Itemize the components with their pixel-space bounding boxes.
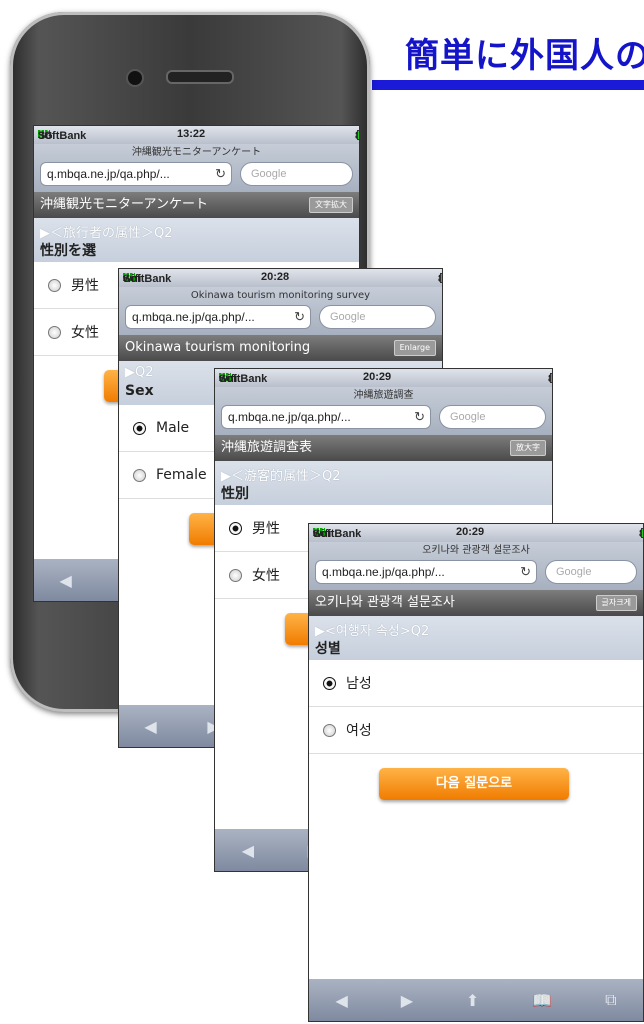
network: 3G: [38, 130, 53, 142]
radio-button[interactable]: [48, 278, 61, 292]
browser-chrome: Okinawa tourism monitoring survey q.mbqa…: [119, 287, 442, 335]
address-bar[interactable]: q.mbqa.ne.jp/qa.php/... ↻: [315, 560, 537, 584]
battery-icon: [357, 130, 359, 140]
survey-title-bar: 오키나와 관광객 설문조사 글자크게: [309, 590, 643, 616]
radio-button[interactable]: [229, 521, 242, 535]
status-bar: SoftBank wifi 20:29 83%: [309, 524, 643, 542]
browser-toolbar: ◀ ▶ ⬆ 📖 ⧉: [309, 979, 643, 1021]
status-bar: SoftBank wifi 20:28 84%: [119, 269, 442, 287]
clock: 20:29: [456, 526, 485, 538]
reload-icon[interactable]: ↻: [414, 406, 425, 428]
option-label: 여성: [346, 723, 372, 739]
enlarge-text-button[interactable]: 放大字: [510, 440, 546, 456]
toolbar-icon-4[interactable]: ⧉: [605, 990, 616, 1010]
question-category: ▶<여행자 속성>Q2: [315, 624, 430, 638]
question-header: ▶＜旅行者の属性＞Q2 性別を選: [34, 218, 359, 262]
reload-icon[interactable]: ↻: [215, 163, 226, 185]
camera-icon: [126, 69, 144, 87]
option-0[interactable]: 남성: [309, 660, 643, 707]
status-bar: SoftBank 3G 13:22 86%: [34, 126, 359, 144]
option-label: 男性: [71, 278, 99, 294]
option-label: Male: [156, 420, 190, 436]
question-text: 性別を選: [40, 243, 96, 259]
option-label: 女性: [252, 568, 280, 584]
enlarge-text-button[interactable]: 文字拡大: [309, 197, 353, 213]
survey-title-bar: 沖縄観光モニターアンケート 文字拡大: [34, 192, 359, 218]
address-bar[interactable]: q.mbqa.ne.jp/qa.php/... ↻: [40, 162, 232, 186]
question-text: 성별: [315, 641, 341, 657]
radio-button[interactable]: [48, 325, 61, 339]
question-category: ▶＜旅行者の属性＞Q2: [40, 226, 173, 240]
survey-title: 沖縄観光モニターアンケート: [40, 197, 208, 212]
search-input[interactable]: Google: [545, 560, 637, 584]
clock: 20:29: [363, 371, 392, 383]
toolbar-icon-0[interactable]: ◀: [335, 991, 347, 1010]
reload-icon[interactable]: ↻: [294, 306, 305, 328]
toolbar-icon-0[interactable]: ◀: [60, 571, 72, 590]
clock: 13:22: [177, 128, 206, 140]
url-text: q.mbqa.ne.jp/qa.php/...: [47, 167, 170, 181]
enlarge-text-button[interactable]: 글자크게: [595, 595, 637, 611]
survey-title-bar: Okinawa tourism monitoring Enlarge: [119, 335, 442, 361]
radio-button[interactable]: [133, 421, 146, 435]
search-input[interactable]: Google: [439, 405, 546, 429]
address-bar[interactable]: q.mbqa.ne.jp/qa.php/... ↻: [221, 405, 431, 429]
page-title: 오키나와 관광객 설문조사: [422, 545, 530, 556]
radio-button[interactable]: [133, 468, 146, 482]
question-text: 性別: [221, 486, 249, 502]
clock: 20:28: [261, 271, 290, 283]
question-header: ▶＜游客的属性＞Q2 性別: [215, 461, 552, 505]
survey-title: 沖縄旅遊調查表: [221, 440, 313, 455]
toolbar-icon-2[interactable]: ⬆: [466, 991, 479, 1010]
browser-chrome: 오키나와 관광객 설문조사 q.mbqa.ne.jp/qa.php/... ↻ …: [309, 542, 643, 590]
page-title: 沖縄旅遊調查: [353, 390, 414, 401]
option-label: 남성: [346, 676, 372, 692]
question-category: ▶＜游客的属性＞Q2: [221, 469, 341, 483]
radio-button[interactable]: [323, 723, 336, 737]
radio-button[interactable]: [229, 568, 242, 582]
toolbar-icon-1[interactable]: ▶: [401, 991, 413, 1010]
survey-title: 오키나와 관광객 설문조사: [315, 595, 455, 610]
phone-screen-ko: SoftBank wifi 20:29 83% 오키나와 관광객 설문조사 q.…: [308, 523, 644, 1022]
headline: 簡単に外国人の: [405, 36, 644, 76]
option-label: 女性: [71, 325, 99, 341]
url-text: q.mbqa.ne.jp/qa.php/...: [322, 565, 445, 579]
option-label: Female: [156, 467, 207, 483]
search-input[interactable]: Google: [240, 162, 353, 186]
url-text: q.mbqa.ne.jp/qa.php/...: [228, 410, 351, 424]
next-question-button[interactable]: 다음 질문으로: [379, 768, 569, 800]
question-header: ▶<여행자 속성>Q2 성별: [309, 616, 643, 660]
toolbar-icon-0[interactable]: ◀: [144, 717, 156, 736]
network: wifi: [123, 273, 142, 285]
battery-icon: [550, 373, 552, 383]
option-1[interactable]: 여성: [309, 707, 643, 754]
toolbar-icon-3[interactable]: 📖: [532, 991, 552, 1010]
search-input[interactable]: Google: [319, 305, 436, 329]
enlarge-text-button[interactable]: Enlarge: [393, 340, 436, 356]
speaker-grille: [166, 70, 234, 84]
network: wifi: [219, 373, 238, 385]
url-text: q.mbqa.ne.jp/qa.php/...: [132, 310, 255, 324]
status-bar: SoftBank wifi 20:29 83%: [215, 369, 552, 387]
survey-title-bar: 沖縄旅遊調查表 放大字: [215, 435, 552, 461]
page-title: Okinawa tourism monitoring survey: [190, 290, 371, 301]
survey-title: Okinawa tourism monitoring: [125, 340, 311, 355]
browser-chrome: 沖縄観光モニターアンケート q.mbqa.ne.jp/qa.php/... ↻ …: [34, 144, 359, 192]
headline-underline: [372, 80, 644, 90]
browser-chrome: 沖縄旅遊調查 q.mbqa.ne.jp/qa.php/... ↻ Google: [215, 387, 552, 435]
network: wifi: [313, 528, 332, 540]
battery-icon: [440, 273, 442, 283]
option-label: 男性: [252, 521, 280, 537]
address-bar[interactable]: q.mbqa.ne.jp/qa.php/... ↻: [125, 305, 311, 329]
reload-icon[interactable]: ↻: [520, 561, 531, 583]
page-title: 沖縄観光モニターアンケート: [131, 147, 262, 158]
toolbar-icon-0[interactable]: ◀: [242, 841, 254, 860]
radio-button[interactable]: [323, 676, 336, 690]
